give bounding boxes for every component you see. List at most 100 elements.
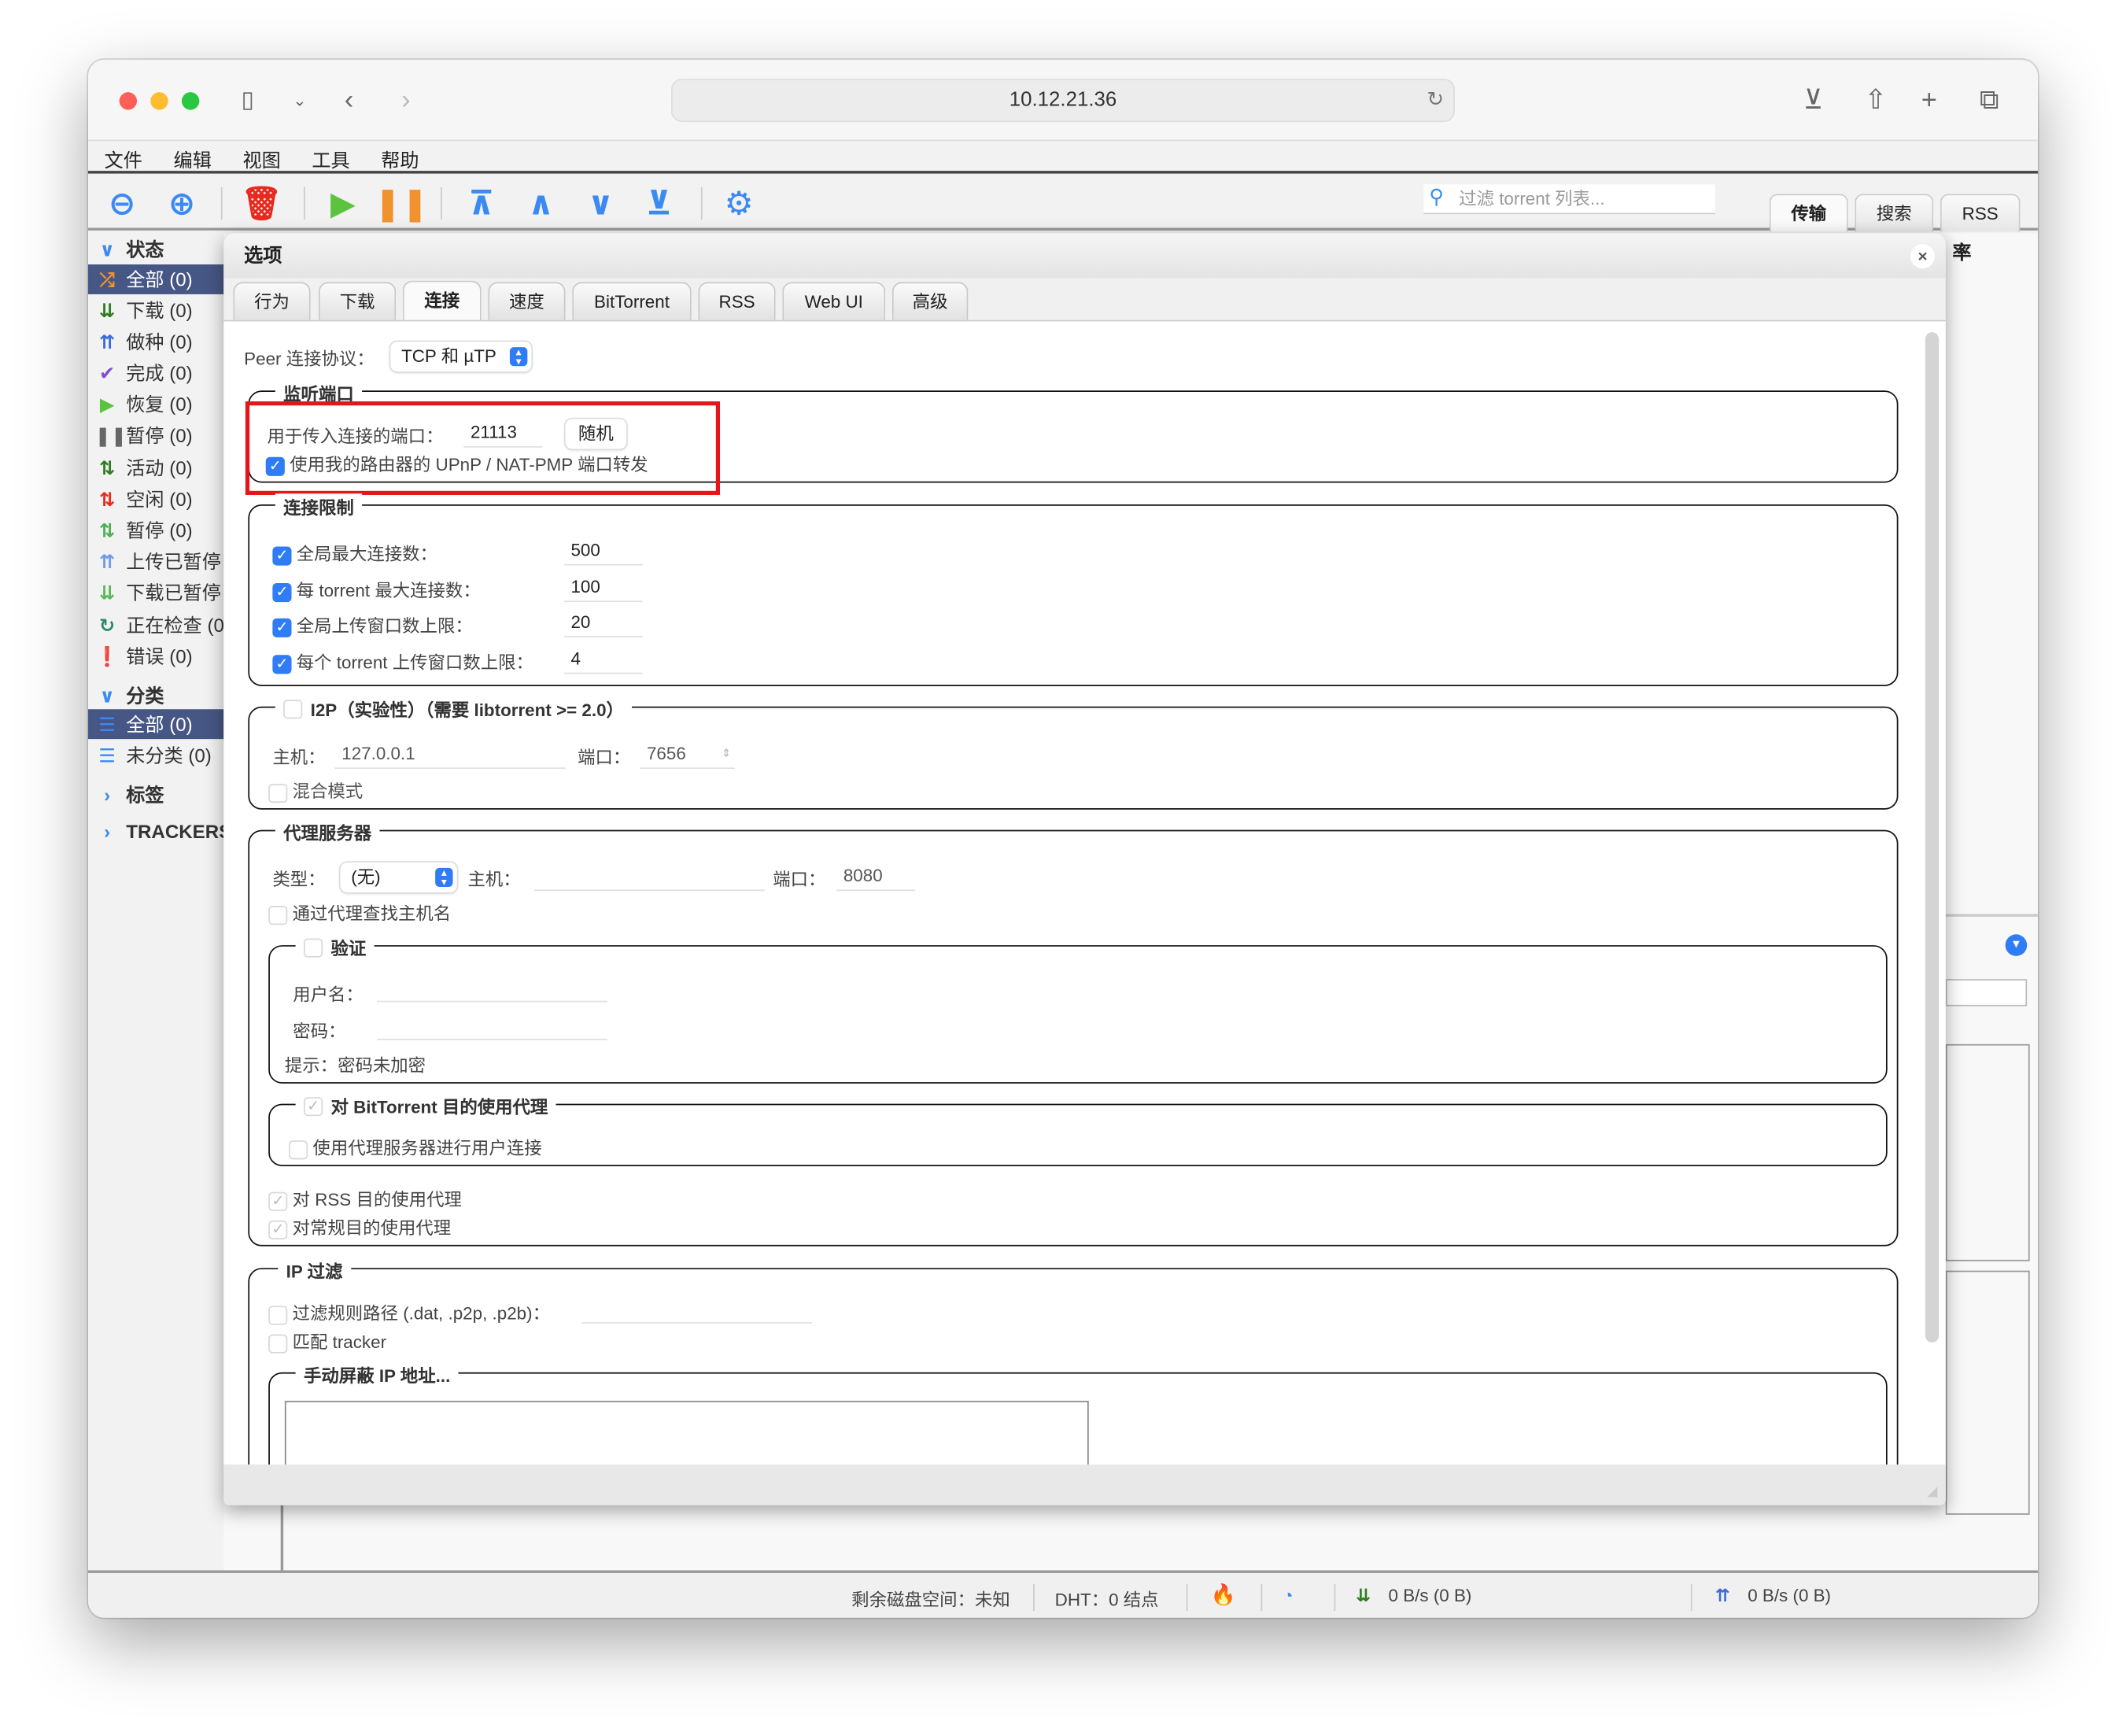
sidebar-item-all[interactable]: ⤮ 全部 (0) bbox=[88, 264, 224, 294]
menu-view[interactable]: 视图 bbox=[242, 146, 280, 173]
move-up-icon[interactable]: ∧ bbox=[522, 184, 559, 222]
pause-icon[interactable]: ❚❚ bbox=[374, 184, 428, 222]
general-proxy-checkbox[interactable]: ✓ bbox=[268, 1220, 288, 1239]
category-uncategorized[interactable]: ☰ 未分类 (0) bbox=[88, 741, 223, 770]
sidebar-item-inactive[interactable]: ⇅ 空闲 (0) bbox=[88, 484, 223, 514]
tab-rss[interactable]: RSS bbox=[1940, 194, 2021, 232]
shuffle-icon: ⤮ bbox=[99, 268, 115, 290]
i2p-host-input[interactable]: 127.0.0.1 bbox=[334, 739, 566, 770]
sidebar-item-active[interactable]: ⇅ 活动 (0) bbox=[88, 453, 223, 483]
sidebar-item-completed[interactable]: ✔ 完成 (0) bbox=[88, 358, 223, 388]
chevron-down-icon[interactable]: ∨ bbox=[95, 235, 120, 264]
proxy-host-input[interactable] bbox=[533, 861, 765, 892]
tab-bittorrent[interactable]: BitTorrent bbox=[572, 282, 692, 320]
chevron-down-icon[interactable]: ⌄ bbox=[293, 84, 306, 116]
scrollbar[interactable] bbox=[1925, 332, 1940, 1343]
i2p-port-input[interactable]: 7656 ⇕ bbox=[640, 739, 735, 770]
sidebar-item-seeding[interactable]: ⇈ 做种 (0) bbox=[88, 327, 223, 356]
properties-input[interactable] bbox=[1945, 979, 2028, 1007]
tab-downloads[interactable]: 下载 bbox=[318, 282, 397, 320]
close-icon[interactable]: × bbox=[1910, 244, 1936, 269]
per-torrent-upload-slots-input[interactable]: 4 bbox=[563, 644, 643, 674]
close-window-button[interactable] bbox=[119, 92, 138, 110]
tab-behavior[interactable]: 行为 bbox=[233, 282, 311, 320]
ip-filter-path-input[interactable] bbox=[581, 1293, 813, 1324]
new-tab-icon[interactable]: + bbox=[1921, 84, 1937, 116]
sidebar-item-upload-paused[interactable]: ⇈上传已暂停 (0) bbox=[88, 546, 223, 576]
move-top-icon[interactable]: ⊼ bbox=[463, 184, 500, 222]
tab-speed[interactable]: 速度 bbox=[488, 282, 566, 320]
tab-advanced[interactable]: 高级 bbox=[891, 282, 969, 320]
dropdown-icon[interactable]: ▾ bbox=[2005, 934, 2028, 956]
global-upload-slots-input[interactable]: 20 bbox=[563, 607, 643, 637]
chevron-down-icon[interactable]: ∨ bbox=[95, 681, 120, 711]
password-input[interactable] bbox=[377, 1010, 607, 1040]
add-torrent-icon[interactable]: ⊕ bbox=[163, 184, 201, 222]
resume-icon[interactable]: ▶ bbox=[324, 184, 362, 222]
address-bar[interactable]: 10.12.21.36 ↻ bbox=[670, 78, 1455, 123]
chevron-right-icon[interactable]: › bbox=[95, 780, 120, 810]
tab-connection[interactable]: 连接 bbox=[402, 280, 482, 322]
sidebar-item-download-paused[interactable]: ⇊下载已暂停 (0) bbox=[88, 578, 223, 608]
share-icon[interactable]: ⇧ bbox=[1864, 84, 1887, 116]
move-bottom-icon[interactable]: ⊻ bbox=[640, 184, 677, 222]
limit-checkbox[interactable]: ✓ bbox=[272, 654, 292, 674]
zoom-window-button[interactable] bbox=[181, 92, 200, 110]
tab-transfers[interactable]: 传输 bbox=[1769, 194, 1848, 232]
rss-proxy-checkbox[interactable]: ✓ bbox=[268, 1191, 288, 1211]
menu-help[interactable]: 帮助 bbox=[381, 146, 419, 173]
sidebar-item-stalled[interactable]: ⇅ 暂停 (0) bbox=[88, 515, 223, 545]
move-down-icon[interactable]: ∨ bbox=[581, 184, 619, 222]
minimize-window-button[interactable] bbox=[150, 92, 168, 110]
sidebar-item-checking[interactable]: ↻ 正在检查 (0) bbox=[88, 610, 223, 640]
reload-icon[interactable]: ↻ bbox=[1427, 80, 1445, 121]
limit-checkbox[interactable]: ✓ bbox=[272, 582, 292, 602]
category-header[interactable]: 分类 bbox=[126, 685, 164, 707]
bittorrent-proxy-checkbox[interactable]: ✓ bbox=[303, 1096, 323, 1116]
proxy-port-input[interactable]: 8080 bbox=[836, 861, 916, 892]
gear-icon[interactable]: ⚙ bbox=[720, 184, 758, 222]
column-header[interactable]: 率 bbox=[1952, 238, 1971, 265]
peer-proxy-checkbox[interactable] bbox=[289, 1139, 308, 1159]
tab-webui[interactable]: Web UI bbox=[782, 282, 886, 320]
category-all[interactable]: ☰ 全部 (0) bbox=[88, 709, 224, 740]
proxy-type-select[interactable]: (无) ▴ ▾ bbox=[340, 862, 457, 892]
per-torrent-max-connections-input[interactable]: 100 bbox=[563, 572, 643, 603]
auth-checkbox[interactable] bbox=[303, 937, 323, 957]
i2p-checkbox[interactable] bbox=[283, 699, 303, 718]
match-tracker-checkbox[interactable] bbox=[268, 1333, 288, 1353]
forward-icon[interactable]: › bbox=[401, 84, 410, 116]
chevron-right-icon[interactable]: › bbox=[95, 816, 120, 846]
download-icon[interactable]: ⊻ bbox=[1803, 84, 1823, 116]
menu-tools[interactable]: 工具 bbox=[312, 146, 349, 173]
mixed-mode-checkbox[interactable] bbox=[268, 783, 288, 803]
tab-rss[interactable]: RSS bbox=[698, 282, 776, 320]
tab-overview-icon[interactable]: ⧉ bbox=[1980, 84, 1999, 116]
username-input[interactable] bbox=[377, 972, 607, 1003]
search-input[interactable]: ⚲ 过滤 torrent 列表... bbox=[1423, 184, 1715, 215]
speed-limit-icon[interactable]: ◔ bbox=[1283, 1585, 1294, 1605]
back-icon[interactable]: ‹ bbox=[345, 84, 353, 116]
proxy-hostname-lookup-checkbox[interactable] bbox=[268, 905, 288, 925]
menu-edit[interactable]: 编辑 bbox=[174, 146, 212, 173]
sidebar-item-resumed[interactable]: ▶ 恢复 (0) bbox=[88, 390, 223, 419]
peer-protocol-select[interactable]: TCP 和 µTP ▴ ▾ bbox=[390, 342, 532, 372]
tab-search[interactable]: 搜索 bbox=[1855, 194, 1934, 232]
global-max-connections-input[interactable]: 500 bbox=[563, 535, 643, 566]
connection-status-icon[interactable]: 🔥 bbox=[1211, 1583, 1236, 1607]
ip-filter-checkbox[interactable] bbox=[268, 1305, 288, 1324]
tags-header[interactable]: 标签 bbox=[126, 784, 164, 806]
banned-ips-textarea[interactable] bbox=[284, 1401, 1089, 1465]
add-link-icon[interactable]: ⊖ bbox=[103, 184, 141, 222]
limit-checkbox[interactable]: ✓ bbox=[272, 545, 292, 565]
sidebar-item-paused[interactable]: ❚❚ 暂停 (0) bbox=[88, 420, 223, 450]
sidebar-item-errored[interactable]: ❗ 错误 (0) bbox=[88, 641, 223, 671]
delete-icon[interactable]: 🗑 bbox=[241, 184, 282, 222]
sidebar-item-downloading[interactable]: ⇊ 下载 (0) bbox=[88, 296, 223, 326]
trackers-header[interactable]: TRACKERS bbox=[126, 821, 223, 843]
menu-file[interactable]: 文件 bbox=[105, 146, 142, 173]
sidebar-toggle-icon[interactable]: ▯ bbox=[242, 84, 254, 116]
limit-checkbox[interactable]: ✓ bbox=[272, 618, 292, 637]
resize-grip-icon[interactable]: ◢ bbox=[1927, 1485, 1937, 1500]
status-header[interactable]: 状态 bbox=[126, 238, 164, 260]
